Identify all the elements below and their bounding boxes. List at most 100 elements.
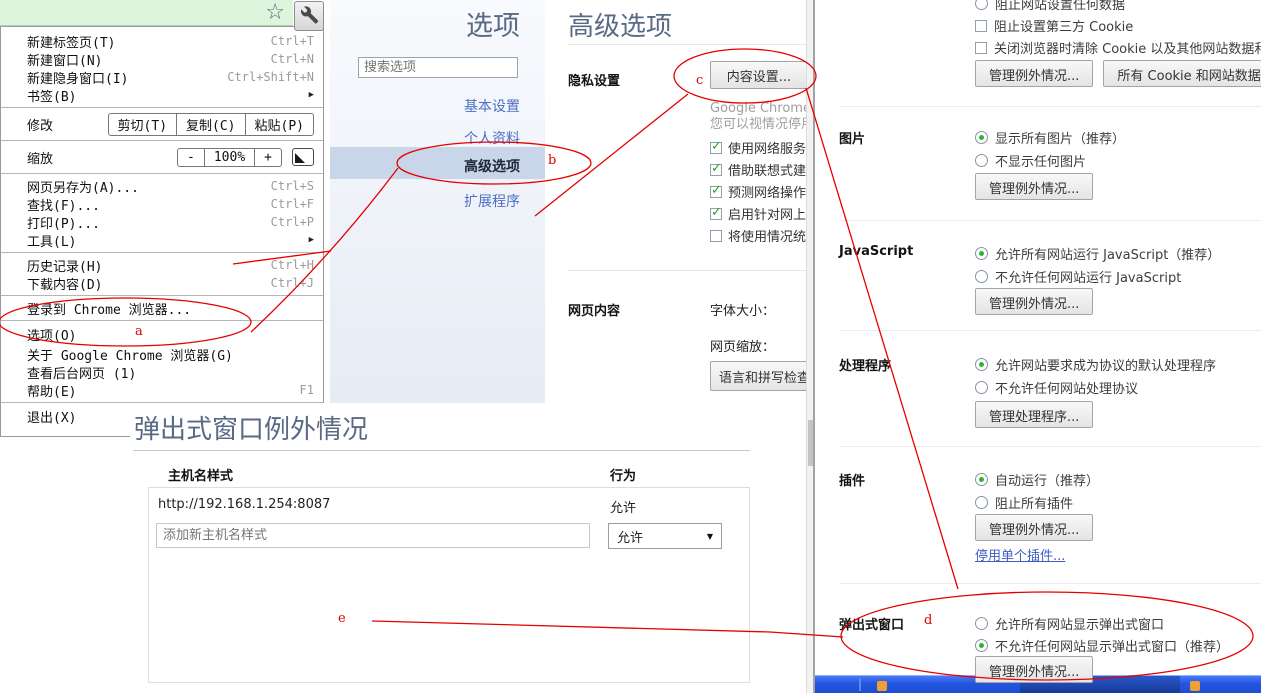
radio-selected-icon[interactable]	[975, 473, 988, 486]
menu-separator	[1, 320, 323, 321]
taskbar-divider	[859, 678, 861, 691]
bookmark-star-icon[interactable]: ☆	[265, 0, 285, 26]
radio-unselected-icon[interactable]	[975, 154, 988, 167]
zoom-button-group: - 100% +	[177, 148, 282, 167]
behavior-select[interactable]: 允许 ▼	[608, 523, 722, 549]
wrench-menu-button[interactable]	[294, 1, 324, 31]
all-cookies-button[interactable]: 所有 Cookie 和网站数据...	[1103, 60, 1261, 87]
radio-selected-icon[interactable]	[975, 639, 988, 652]
menu-shortcut: F1	[300, 383, 314, 397]
menu-item-options[interactable]: 选项(O)	[1, 324, 323, 345]
web-content-label: 网页内容	[568, 300, 620, 319]
fullscreen-icon[interactable]	[292, 148, 314, 166]
cut-button[interactable]: 剪切(T)	[109, 114, 176, 135]
menu-item-bookmarks[interactable]: 书签(B)▶	[1, 86, 323, 104]
menu-item-history[interactable]: 历史记录(H)Ctrl+H	[1, 256, 323, 274]
behavior-column-header: 行为	[610, 465, 636, 484]
checkbox-checked-icon[interactable]	[710, 164, 722, 176]
radio-label: 阻止网站设置任何数据	[995, 0, 1125, 13]
checkbox-unchecked-icon[interactable]	[975, 42, 987, 54]
menu-item-new-incognito[interactable]: 新建隐身窗口(I)Ctrl+Shift+N	[1, 68, 323, 86]
menu-item-new-tab[interactable]: 新建标签页(T)Ctrl+T	[1, 32, 323, 50]
taskbar-app-icon[interactable]	[1190, 681, 1200, 691]
menu-label: 帮助(E)	[27, 381, 76, 400]
sidebar-item-extensions[interactable]: 扩展程序	[464, 191, 520, 211]
edit-button-group: 剪切(T) 复制(C) 粘贴(P)	[108, 113, 314, 136]
radio-unselected-icon[interactable]	[975, 381, 988, 394]
options-sidebar: 选项 基本设置 个人资料 高级选项 扩展程序	[330, 0, 545, 405]
cookie-block-data-option: 阻止网站设置任何数据	[975, 0, 1125, 13]
content-settings-panel: 阻止网站设置任何数据 阻止设置第三方 Cookie 关闭浏览器时清除 Cooki…	[815, 0, 1261, 693]
plugins-manage-exceptions-button[interactable]: 管理例外情况...	[975, 514, 1093, 541]
section-divider	[839, 446, 1261, 447]
menu-item-new-window[interactable]: 新建窗口(N)Ctrl+N	[1, 50, 323, 68]
radio-label: 显示所有图片（推荐）	[995, 128, 1125, 147]
menu-item-tools[interactable]: 工具(L)▶	[1, 231, 323, 249]
menu-separator	[1, 173, 323, 174]
checkbox-unchecked-icon[interactable]	[710, 230, 722, 242]
sidebar-item-advanced[interactable]: 高级选项	[464, 156, 520, 176]
radio-unselected-icon[interactable]	[975, 270, 988, 283]
cookie-buttons-row: 管理例外情况... 所有 Cookie 和网站数据...	[975, 60, 1261, 87]
menu-item-help[interactable]: 帮助(E) F1	[1, 381, 323, 399]
options-page-title: 选项	[466, 4, 520, 43]
images-manage-exceptions-button[interactable]: 管理例外情况...	[975, 173, 1093, 200]
sidebar-item-basics[interactable]: 基本设置	[464, 96, 520, 116]
search-options-input[interactable]	[358, 57, 518, 78]
menu-item-about[interactable]: 关于 Google Chrome 浏览器(G)	[1, 345, 323, 363]
checkbox-checked-icon[interactable]	[710, 208, 722, 220]
menu-item-edit: 修改 剪切(T) 复制(C) 粘贴(P)	[1, 111, 323, 137]
scrollbar-thumb[interactable]	[808, 420, 813, 466]
exceptions-table	[148, 487, 750, 683]
radio-unselected-icon[interactable]	[975, 617, 988, 630]
menu-label: 新建隐身窗口(I)	[27, 68, 128, 87]
menu-item-print[interactable]: 打印(P)...Ctrl+P	[1, 213, 323, 231]
manage-handlers-button[interactable]: 管理处理程序...	[975, 401, 1093, 428]
cookie-third-party-option: 阻止设置第三方 Cookie	[975, 16, 1133, 35]
popups-manage-exceptions-button[interactable]: 管理例外情况...	[975, 656, 1093, 683]
checkbox-unchecked-icon[interactable]	[975, 20, 987, 32]
menu-item-downloads[interactable]: 下载内容(D)Ctrl+J	[1, 274, 323, 292]
exception-row-behavior: 允许	[610, 497, 636, 516]
disable-individual-plugins-link[interactable]: 停用单个插件...	[975, 545, 1065, 564]
menu-item-save-page[interactable]: 网页另存为(A)...Ctrl+S	[1, 177, 323, 195]
content-settings-button[interactable]: 内容设置...	[710, 61, 806, 89]
wrench-icon	[300, 5, 319, 28]
menu-separator	[1, 295, 323, 296]
menu-label: 选项(O)	[27, 325, 76, 344]
cookie-manage-exceptions-button[interactable]: 管理例外情况...	[975, 60, 1093, 87]
privacy-checkbox-row: 将使用情况统计	[710, 226, 806, 245]
checkbox-checked-icon[interactable]	[710, 142, 722, 154]
checkbox-label: 启用针对网上诱	[728, 204, 806, 223]
checkbox-checked-icon[interactable]	[710, 186, 722, 198]
menu-label: 缩放	[27, 148, 53, 167]
radio-unselected-icon[interactable]	[975, 496, 988, 509]
plugins-block-option: 阻止所有插件	[975, 493, 1073, 512]
copy-button[interactable]: 复制(C)	[176, 114, 244, 135]
javascript-block-option: 不允许任何网站运行 JavaScript	[975, 267, 1181, 286]
menu-item-find[interactable]: 查找(F)...Ctrl+F	[1, 195, 323, 213]
javascript-manage-exceptions-button[interactable]: 管理例外情况...	[975, 288, 1093, 315]
sidebar-item-personal[interactable]: 个人资料	[464, 128, 520, 148]
wrench-dropdown-menu: 新建标签页(T)Ctrl+T 新建窗口(N)Ctrl+N 新建隐身窗口(I)Ct…	[0, 26, 324, 437]
zoom-in-button[interactable]: +	[254, 149, 281, 166]
language-spellcheck-button[interactable]: 语言和拼写检查...	[710, 361, 806, 391]
taskbar-app-icon[interactable]	[877, 681, 887, 691]
radio-selected-icon[interactable]	[975, 131, 988, 144]
menu-label: 修改	[27, 115, 53, 134]
radio-selected-icon[interactable]	[975, 247, 988, 260]
screenshot-root: ☆ 新建标签页(T)Ctrl+T 新建窗口(N)Ctrl+N 新建隐身窗口(I)…	[0, 0, 1261, 693]
menu-item-sign-in[interactable]: 登录到 Chrome 浏览器...	[1, 299, 323, 317]
add-hostname-pattern-input[interactable]	[156, 523, 590, 548]
menu-label: 退出(X)	[27, 407, 76, 426]
radio-selected-icon[interactable]	[975, 358, 988, 371]
menu-label: 登录到 Chrome 浏览器...	[27, 299, 191, 318]
checkbox-label: 阻止设置第三方 Cookie	[994, 16, 1133, 35]
radio-label: 不显示任何图片	[995, 151, 1086, 170]
checkbox-label: 借助联想式建议	[728, 160, 806, 179]
scrollbar[interactable]	[806, 0, 815, 693]
paste-button[interactable]: 粘贴(P)	[245, 114, 313, 135]
radio-unselected-icon[interactable]	[975, 0, 988, 10]
zoom-out-button[interactable]: -	[178, 149, 204, 166]
menu-item-view-background-pages[interactable]: 查看后台网页 (1)	[1, 363, 323, 381]
